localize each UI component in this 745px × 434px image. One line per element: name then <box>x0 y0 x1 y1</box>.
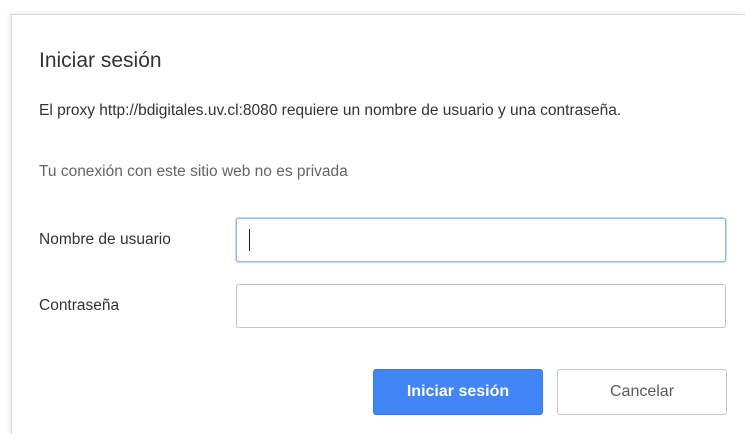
username-label: Nombre de usuario <box>39 231 171 248</box>
password-label: Contraseña <box>39 297 120 314</box>
proxy-auth-message: El proxy http://bdigitales.uv.cl:8080 re… <box>39 102 622 119</box>
dialog-title: Iniciar sesión <box>39 49 162 72</box>
username-input[interactable] <box>236 218 726 262</box>
privacy-warning: Tu conexión con este sitio web no es pri… <box>39 163 348 180</box>
sign-in-button[interactable]: Iniciar sesión <box>373 369 543 415</box>
text-caret <box>249 229 250 251</box>
proxy-login-dialog: Iniciar sesión El proxy http://bdigitale… <box>11 14 745 434</box>
password-input[interactable] <box>236 284 726 328</box>
cancel-button[interactable]: Cancelar <box>557 369 727 415</box>
